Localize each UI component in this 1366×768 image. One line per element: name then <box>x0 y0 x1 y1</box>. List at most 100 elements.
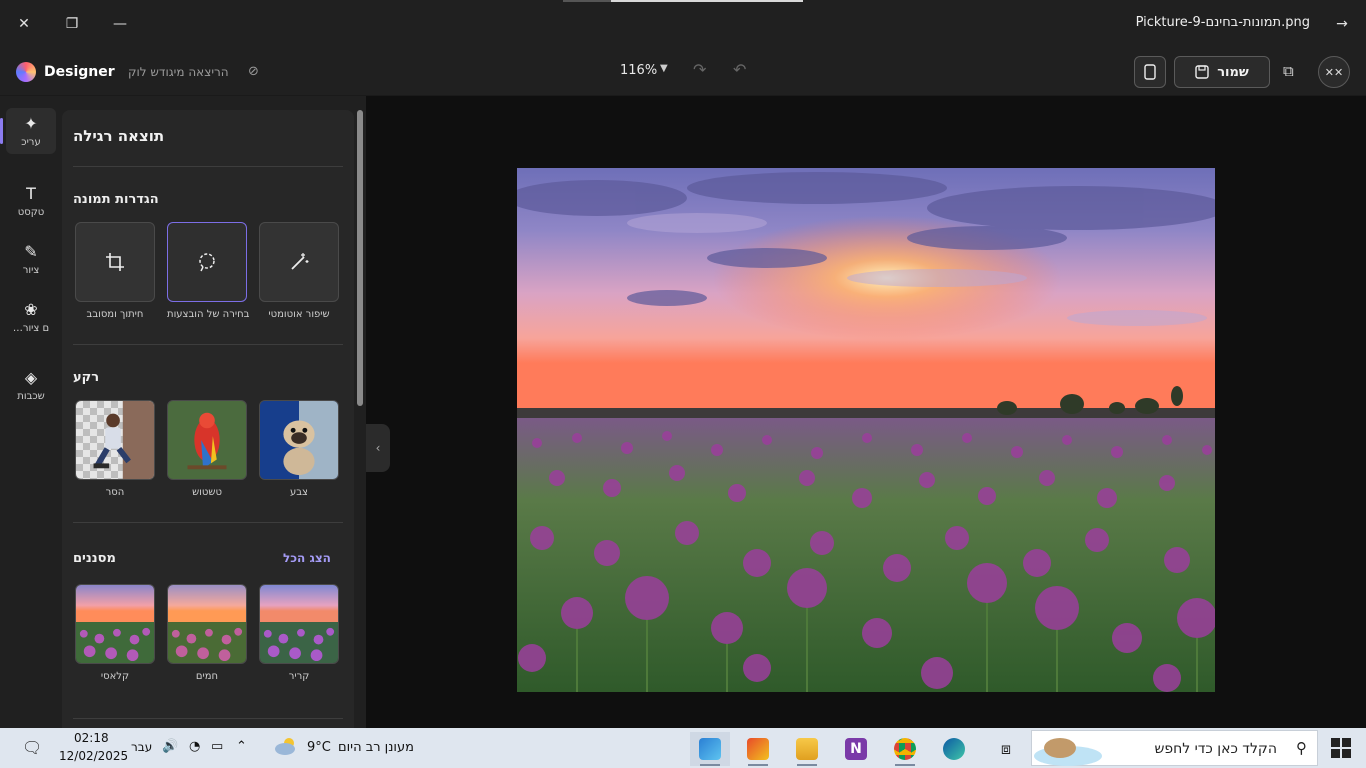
edit-panel: תוצאה רגילה הגדרות תמונה חיתוך ומסובב בח… <box>62 110 354 728</box>
rail-item-edit[interactable]: ✦ עריכ <box>0 108 56 154</box>
rail-item-layers[interactable]: ◈ שכבות <box>6 362 56 408</box>
close-editor-button[interactable]: ✕✕ <box>1318 56 1350 88</box>
compare-icon[interactable]: ⧉ <box>1283 62 1294 80</box>
rail-item-label: טקסט <box>17 207 45 218</box>
window-restore-button[interactable]: ❐ <box>56 8 88 40</box>
save-label: שמור <box>1217 64 1249 80</box>
crop-icon <box>106 253 124 271</box>
save-button[interactable]: שמור <box>1174 56 1270 88</box>
taskbar-app-edge[interactable] <box>934 732 974 766</box>
window-minimize-button[interactable]: — <box>104 8 136 40</box>
person-cutout-thumbnail <box>93 401 154 479</box>
filter-tile[interactable] <box>75 584 155 664</box>
tile-label: חיתוך ומסובב <box>86 309 144 320</box>
back-button[interactable]: → <box>1326 8 1358 40</box>
tile-label: קריר <box>288 671 310 682</box>
remove-background-button[interactable] <box>75 400 155 480</box>
chevron-down-icon[interactable]: ▼ <box>660 63 668 74</box>
language-indicator[interactable]: עבר <box>131 740 152 754</box>
rail-item-stickers[interactable]: ❀ …ם ציור <box>6 294 56 340</box>
poppy-field-photo <box>517 168 1215 692</box>
volume-icon[interactable]: 🔊 <box>162 739 178 754</box>
search-highlight-icon <box>1034 738 1102 766</box>
search-icon: ⚲ <box>1296 739 1307 757</box>
rail-item-label: …ם ציור <box>12 323 50 334</box>
section-title-filters: מסננים <box>73 551 116 566</box>
crop-tool-button[interactable] <box>75 222 155 302</box>
blur-background-button[interactable] <box>167 400 247 480</box>
window-title: Pickture-9-תמונות-בחינם.png <box>1135 15 1310 30</box>
filter-tile[interactable] <box>167 584 247 664</box>
window-drag-line-highlight <box>611 0 803 2</box>
edge-icon <box>943 738 965 760</box>
designer-logo-icon <box>16 62 36 82</box>
battery-icon[interactable]: ▭ <box>211 739 223 754</box>
pug-thumbnail <box>260 401 338 479</box>
pen-icon: ✎ <box>24 242 38 261</box>
tool-rail: ✦ עריכ T טקסט ✎ ציור ❀ …ם ציור ◈ שכבות <box>0 96 62 728</box>
editor-toolbar: Designer הריצאה מיגודש לוק ⊘ 116% ▼ ↷ ↶ … <box>0 48 1366 96</box>
notifications-icon[interactable]: 🗨 <box>22 738 42 757</box>
see-all-link[interactable]: הצג הכל <box>283 551 331 565</box>
divider <box>73 344 343 345</box>
task-view-icon[interactable]: ⧈ <box>986 732 1026 766</box>
brand-name: Designer <box>44 64 115 80</box>
taskbar-app-chrome[interactable] <box>885 732 925 766</box>
collapse-panel-button[interactable]: ‹ <box>366 424 390 472</box>
select-tool-button[interactable] <box>167 222 247 302</box>
text-icon: T <box>26 184 36 203</box>
color-background-button[interactable] <box>259 400 339 480</box>
layers-icon: ◈ <box>24 368 38 387</box>
device-preview-button[interactable] <box>1134 56 1166 88</box>
cloud-off-icon: ⊘ <box>248 64 259 79</box>
redo-icon[interactable]: ↷ <box>693 60 706 79</box>
weather-temp[interactable]: 9°C <box>307 740 331 755</box>
panel-scrollbar[interactable] <box>357 110 363 406</box>
divider <box>73 166 343 167</box>
clock-date[interactable]: 12/02/2025 <box>59 749 128 763</box>
clock-time[interactable]: 02:18 <box>74 731 109 745</box>
taskbar-search[interactable]: הקלד כאן כדי לחפש ⚲ <box>1031 730 1318 766</box>
sparkle-icon: ✦ <box>24 114 38 133</box>
tile-label: צבע <box>290 487 308 498</box>
rail-item-draw[interactable]: ✎ ציור <box>6 236 56 282</box>
tile-label: טשטוש <box>192 487 222 498</box>
chrome-icon <box>894 738 916 760</box>
weather-icon[interactable] <box>273 736 299 756</box>
section-title-image-tools: הגדרות תמונה <box>73 192 159 207</box>
edited-photo[interactable] <box>517 168 1215 692</box>
taskbar-app-game[interactable] <box>738 732 778 766</box>
chevron-up-icon[interactable]: ⌃ <box>236 739 247 754</box>
taskbar-app-onenote[interactable]: N <box>836 732 876 766</box>
parrot-thumbnail <box>168 401 246 479</box>
tile-label: בחירה של הובצעות <box>167 309 250 320</box>
title-bar: ✕ ❐ — Pickture-9-תמונות-בחינם.png → <box>0 0 1366 48</box>
cloud-status: הריצאה מיגודש לוק <box>128 65 229 79</box>
cloud-sun-icon <box>275 738 295 755</box>
wifi-icon[interactable]: ◔ <box>189 739 200 754</box>
rail-item-label: שכבות <box>17 391 45 402</box>
windows-logo-icon <box>1331 738 1351 758</box>
filter-thumbnail <box>168 585 246 663</box>
filter-thumbnail <box>76 585 154 663</box>
filter-thumbnail <box>260 585 338 663</box>
tile-label: קלאסי <box>100 671 130 682</box>
lasso-icon <box>199 253 215 272</box>
window-close-button[interactable]: ✕ <box>8 8 40 40</box>
search-placeholder: הקלד כאן כדי לחפש <box>1154 741 1277 757</box>
tile-label: חמים <box>195 671 219 682</box>
taskbar-app-file-explorer[interactable] <box>787 732 827 766</box>
start-button[interactable] <box>1330 737 1352 759</box>
undo-icon[interactable]: ↶ <box>733 60 746 79</box>
filter-tile[interactable] <box>259 584 339 664</box>
stickers-icon: ❀ <box>24 300 38 319</box>
rail-item-text[interactable]: T טקסט <box>6 178 56 224</box>
section-title-background: רקע <box>73 370 100 385</box>
weather-text[interactable]: מעונן רב היום <box>338 740 414 755</box>
save-icon <box>1195 65 1209 79</box>
folder-icon <box>796 738 818 760</box>
taskbar-app-photos[interactable] <box>690 732 730 766</box>
zoom-level[interactable]: 116% <box>620 63 657 78</box>
auto-enhance-button[interactable] <box>259 222 339 302</box>
tile-label: הסר <box>105 487 125 498</box>
